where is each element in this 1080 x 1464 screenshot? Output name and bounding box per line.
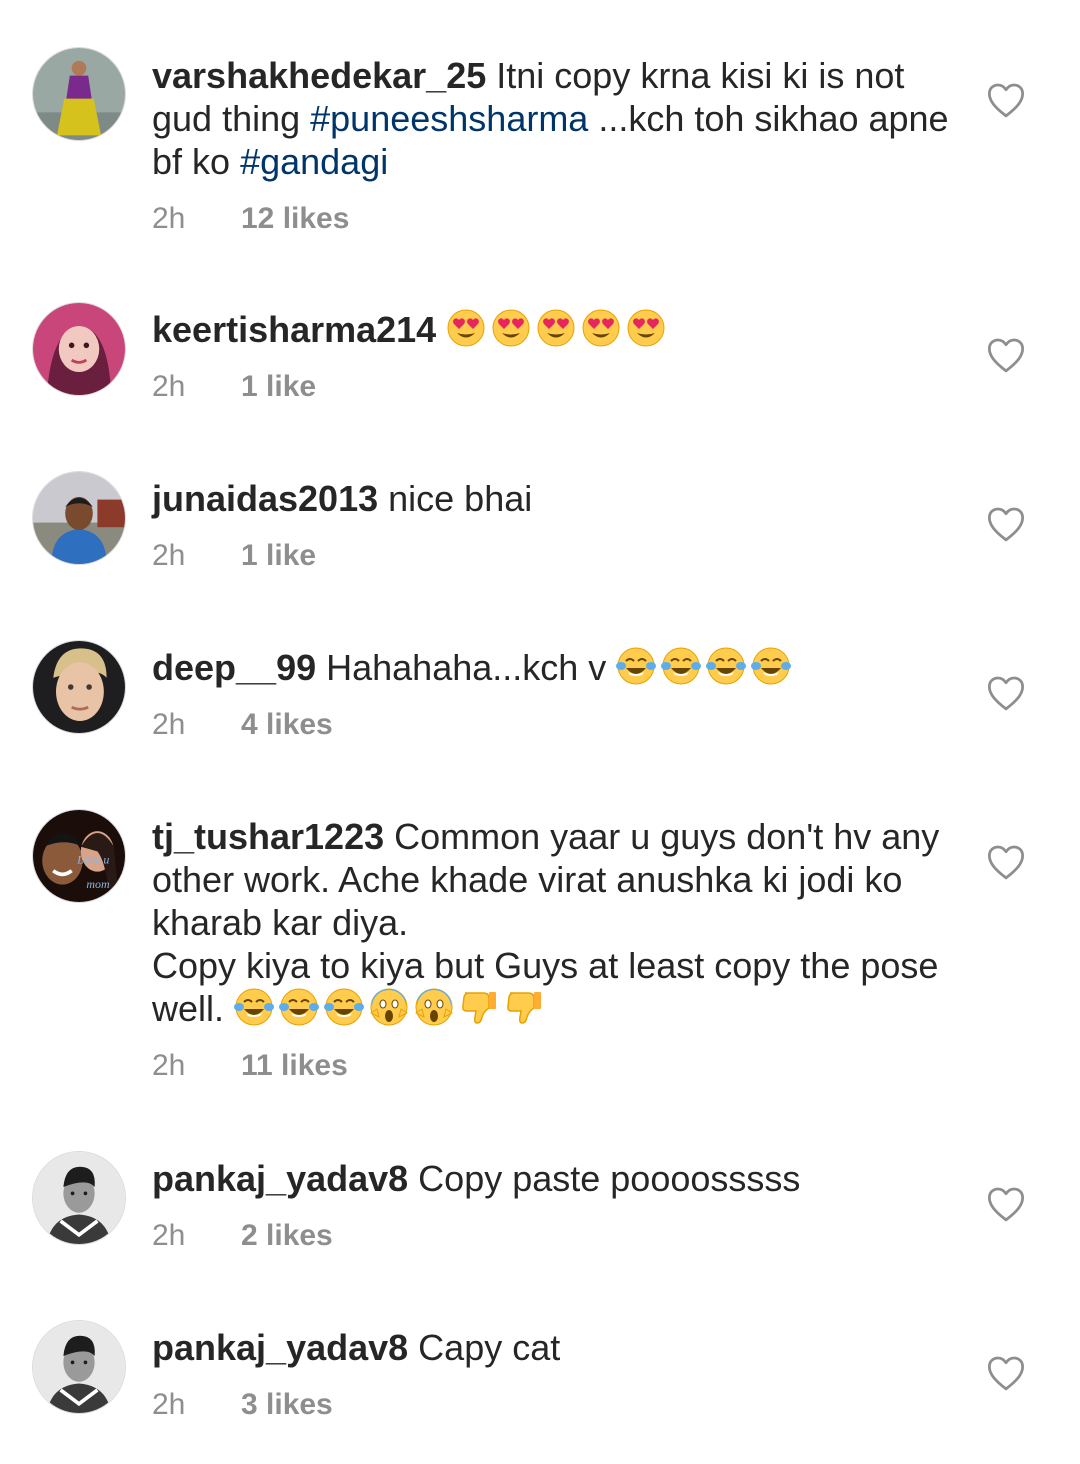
avatar[interactable] bbox=[32, 302, 126, 396]
comment-body: junaidas2013 nice bhai 2h 1 like bbox=[152, 477, 952, 576]
avatar[interactable] bbox=[32, 1320, 126, 1414]
comment-timestamp: 2h bbox=[152, 202, 186, 235]
comment-likes-count[interactable]: 11 likes bbox=[241, 1046, 348, 1086]
comment-text-part: Copy paste poooosssss bbox=[418, 1158, 801, 1199]
heart-eyes-emoji bbox=[626, 308, 666, 348]
comment-username[interactable]: pankaj_yadav8 bbox=[152, 1327, 408, 1368]
comment-meta: 2h 11 likes bbox=[152, 1046, 952, 1086]
thumbs-down-emoji bbox=[459, 987, 499, 1027]
tears-of-joy-emoji bbox=[616, 646, 657, 686]
comment-meta: 2h 12 likes bbox=[152, 199, 952, 239]
comment-likes-count[interactable]: 12 likes bbox=[241, 199, 349, 239]
comment-timestamp: 2h bbox=[152, 1388, 186, 1421]
heart-outline-icon[interactable] bbox=[987, 675, 1025, 711]
heart-outline-icon[interactable] bbox=[987, 506, 1025, 542]
comment-body: varshakhedekar_25 Itni copy krna kisi ki … bbox=[152, 54, 952, 239]
comment-timestamp: 2h bbox=[152, 1049, 186, 1082]
comment-timestamp: 2h bbox=[152, 1219, 186, 1252]
heart-outline-icon[interactable] bbox=[987, 337, 1025, 373]
comment-username[interactable]: junaidas2013 bbox=[152, 478, 378, 519]
avatar[interactable]: Love u mom bbox=[32, 809, 126, 903]
comment-likes-count[interactable]: 2 likes bbox=[241, 1216, 333, 1256]
comment-meta: 2h 4 likes bbox=[152, 705, 952, 745]
avatar[interactable] bbox=[32, 1151, 126, 1245]
comment-meta: 2h 2 likes bbox=[152, 1216, 952, 1256]
tears-of-joy-emoji bbox=[279, 987, 320, 1027]
comment-text-part: Capy cat bbox=[418, 1327, 561, 1368]
comment-username[interactable]: keertisharma214 bbox=[152, 309, 436, 350]
heart-eyes-emoji bbox=[581, 308, 621, 348]
comment-text: pankaj_yadav8 Copy paste poooosssss bbox=[152, 1157, 952, 1200]
comment-body: tj_tushar1223 Common yaar u guys don't hv… bbox=[152, 815, 952, 1086]
svg-text:Love u: Love u bbox=[76, 852, 109, 866]
avatar[interactable] bbox=[32, 47, 126, 141]
comment-text-part: Hahahaha...kch v bbox=[326, 647, 617, 688]
comment-body: pankaj_yadav8 Copy paste poooosssss 2h 2 li… bbox=[152, 1157, 952, 1256]
comment-text: tj_tushar1223 Common yaar u guys don't hv… bbox=[152, 815, 952, 1030]
heart-outline-icon[interactable] bbox=[987, 82, 1025, 118]
tears-of-joy-emoji bbox=[661, 646, 702, 686]
hashtag-link[interactable]: #puneeshsharma bbox=[310, 98, 588, 139]
heart-eyes-emoji bbox=[491, 308, 531, 348]
comment-likes-count[interactable]: 1 like bbox=[241, 367, 316, 407]
hashtag-link[interactable]: #gandagi bbox=[240, 141, 388, 182]
tears-of-joy-emoji bbox=[706, 646, 747, 686]
comment-text: keertisharma214 bbox=[152, 308, 952, 351]
screaming-fear-emoji bbox=[414, 987, 454, 1027]
avatar[interactable] bbox=[32, 640, 126, 734]
comment-username[interactable]: varshakhedekar_25 bbox=[152, 55, 486, 96]
comment-body: keertisharma214 2h 1 like bbox=[152, 308, 952, 407]
comment-meta: 2h 1 like bbox=[152, 536, 952, 576]
comment-text: deep__99 Hahahaha...kch v bbox=[152, 646, 952, 689]
comment-username[interactable]: pankaj_yadav8 bbox=[152, 1158, 408, 1199]
comment-text: varshakhedekar_25 Itni copy krna kisi ki … bbox=[152, 54, 952, 183]
comment-text: junaidas2013 nice bhai bbox=[152, 477, 952, 520]
comment-timestamp: 2h bbox=[152, 539, 186, 572]
tears-of-joy-emoji bbox=[234, 987, 275, 1027]
svg-text:mom: mom bbox=[86, 877, 110, 891]
heart-outline-icon[interactable] bbox=[987, 1355, 1025, 1391]
heart-outline-icon[interactable] bbox=[987, 1186, 1025, 1222]
comment-likes-count[interactable]: 1 like bbox=[241, 536, 316, 576]
comment-likes-count[interactable]: 3 likes bbox=[241, 1385, 333, 1425]
comment-body: deep__99 Hahahaha...kch v 2h 4 likes bbox=[152, 646, 952, 745]
comment-text: pankaj_yadav8 Capy cat bbox=[152, 1326, 952, 1369]
comment-meta: 2h 1 like bbox=[152, 367, 952, 407]
heart-eyes-emoji bbox=[536, 308, 576, 348]
avatar[interactable] bbox=[32, 471, 126, 565]
heart-outline-icon[interactable] bbox=[987, 844, 1025, 880]
comment-timestamp: 2h bbox=[152, 370, 186, 403]
comment-username[interactable]: tj_tushar1223 bbox=[152, 816, 384, 857]
heart-eyes-emoji bbox=[446, 308, 486, 348]
comment-text-part: nice bhai bbox=[388, 478, 533, 519]
screaming-fear-emoji bbox=[369, 987, 409, 1027]
comment-likes-count[interactable]: 4 likes bbox=[241, 705, 333, 745]
comment-body: pankaj_yadav8 Capy cat 2h 3 likes bbox=[152, 1326, 952, 1425]
tears-of-joy-emoji bbox=[324, 987, 365, 1027]
comment-timestamp: 2h bbox=[152, 708, 186, 741]
tears-of-joy-emoji bbox=[751, 646, 792, 686]
thumbs-down-emoji bbox=[504, 987, 544, 1027]
comment-meta: 2h 3 likes bbox=[152, 1385, 952, 1425]
comment-username[interactable]: deep__99 bbox=[152, 647, 316, 688]
